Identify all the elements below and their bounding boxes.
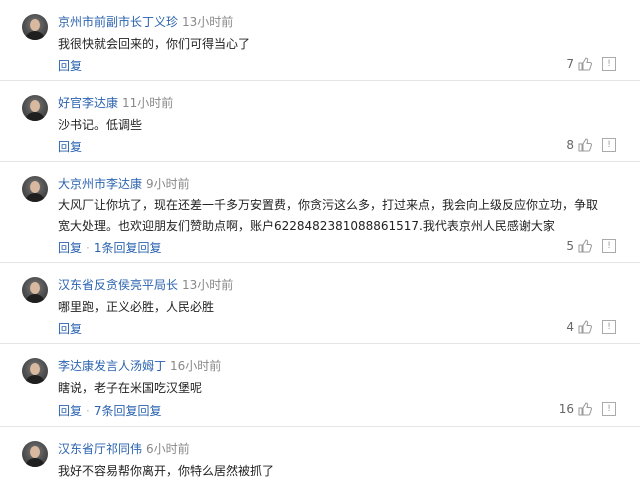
comment-actions: 回复 — [58, 320, 82, 337]
comment-time: 11小时前 — [122, 96, 174, 110]
comment-header: 汉东省反贪侯亮平局长 13小时前 — [58, 276, 233, 294]
comment-text: 大风厂让你坑了，现在还差一千多万安置费，你贪污这么多，打过来点，我会向上级反应你… — [58, 198, 599, 233]
user-avatar[interactable] — [22, 277, 48, 303]
username-link[interactable]: 汉东省厅祁同伟 — [58, 442, 142, 456]
comment-header: 好官李达康 11小时前 — [58, 94, 173, 112]
username-link[interactable]: 京州市前副市长丁义珍 — [58, 15, 178, 29]
reply-button[interactable]: 回复 — [58, 140, 82, 154]
like-count: 4 — [566, 320, 574, 334]
comment-item: 好官李达康 11小时前 沙书记。低调些 回复 8 ! — [0, 81, 640, 162]
view-replies-link[interactable]: 1条回复 — [94, 241, 138, 255]
comment-meta: 16 ! — [559, 402, 616, 416]
user-avatar[interactable] — [22, 14, 48, 40]
comment-actions: 回复 — [58, 57, 82, 74]
username-link[interactable]: 大京州市李达康 — [58, 177, 142, 191]
comment-time: 16小时前 — [170, 359, 222, 373]
thumbs-up-icon[interactable] — [578, 320, 592, 334]
comment-time: 13小时前 — [182, 278, 234, 292]
comment-header: 李达康发言人汤姆丁 16小时前 — [58, 357, 221, 375]
comment-item: 李达康发言人汤姆丁 16小时前 瞎说，老子在米国吃汉堡呢 回复 · 7条回复回复 16… — [0, 344, 640, 427]
comment-meta: 4 ! — [566, 320, 616, 334]
user-avatar[interactable] — [22, 95, 48, 121]
reply-button[interactable]: 回复 — [58, 59, 82, 73]
comment-meta: 8 ! — [566, 138, 616, 152]
comment-header: 京州市前副市长丁义珍 13小时前 — [58, 13, 233, 31]
comment-time: 6小时前 — [146, 442, 190, 456]
comment-text: 瞎说，老子在米国吃汉堡呢 — [58, 381, 203, 395]
comment-text: 哪里跑，正义必胜，人民必胜 — [58, 300, 215, 314]
reply-button[interactable]: 回复 — [137, 241, 161, 255]
like-count: 5 — [566, 239, 574, 253]
comment-text: 沙书记。低调些 — [58, 118, 143, 132]
thumbs-up-icon[interactable] — [578, 138, 592, 152]
comment-header: 大京州市李达康 9小时前 — [58, 175, 190, 193]
comment-time: 13小时前 — [182, 15, 234, 29]
report-icon[interactable]: ! — [602, 57, 616, 71]
comment-text: 我很快就会回来的，你们可得当心了 — [58, 37, 251, 51]
user-avatar[interactable] — [22, 441, 48, 467]
report-icon[interactable]: ! — [602, 402, 616, 416]
comment-time: 9小时前 — [146, 177, 190, 191]
thumbs-up-icon[interactable] — [578, 402, 592, 416]
reply-button[interactable]: 回复 — [58, 404, 82, 418]
reply-button[interactable]: 回复 — [137, 404, 161, 418]
comment-item: 京州市前副市长丁义珍 13小时前 我很快就会回来的，你们可得当心了 回复 7 ! — [0, 0, 640, 81]
reply-button[interactable]: 回复 — [58, 322, 82, 336]
comment-actions: 回复 · 7条回复回复 — [58, 404, 162, 418]
comment-list: 京州市前副市长丁义珍 13小时前 我很快就会回来的，你们可得当心了 回复 7 ! … — [0, 0, 640, 484]
thumbs-up-icon[interactable] — [578, 239, 592, 253]
report-icon[interactable]: ! — [602, 320, 616, 334]
view-replies-link[interactable]: 7条回复 — [94, 404, 138, 418]
comment-header: 汉东省厅祁同伟 6小时前 — [58, 440, 190, 458]
username-link[interactable]: 好官李达康 — [58, 96, 118, 110]
report-icon[interactable]: ! — [602, 239, 616, 253]
comment-meta: 5 ! — [566, 239, 616, 253]
thumbs-up-icon[interactable] — [578, 57, 592, 71]
like-count: 8 — [566, 138, 574, 152]
user-avatar[interactable] — [22, 176, 48, 202]
user-avatar[interactable] — [22, 358, 48, 384]
reply-button[interactable]: 回复 — [58, 241, 82, 255]
comment-item: 汉东省反贪侯亮平局长 13小时前 哪里跑，正义必胜，人民必胜 回复 4 ! — [0, 263, 640, 344]
like-count: 7 — [566, 57, 574, 71]
report-icon[interactable]: ! — [602, 138, 616, 152]
comment-actions: 回复 — [58, 138, 82, 155]
comment-meta: 7 ! — [566, 57, 616, 71]
like-count: 16 — [558, 402, 574, 416]
comment-actions: 回复 · 1条回复回复 — [58, 241, 162, 255]
comment-item: 汉东省厅祁同伟 6小时前 我好不容易帮你离开，你特么居然被抓了 — [0, 427, 640, 484]
comment-item: 大京州市李达康 9小时前 大风厂让你坑了，现在还差一千多万安置费，你贪污这么多，打… — [0, 162, 640, 263]
username-link[interactable]: 李达康发言人汤姆丁 — [58, 359, 166, 373]
username-link[interactable]: 汉东省反贪侯亮平局长 — [58, 278, 178, 292]
